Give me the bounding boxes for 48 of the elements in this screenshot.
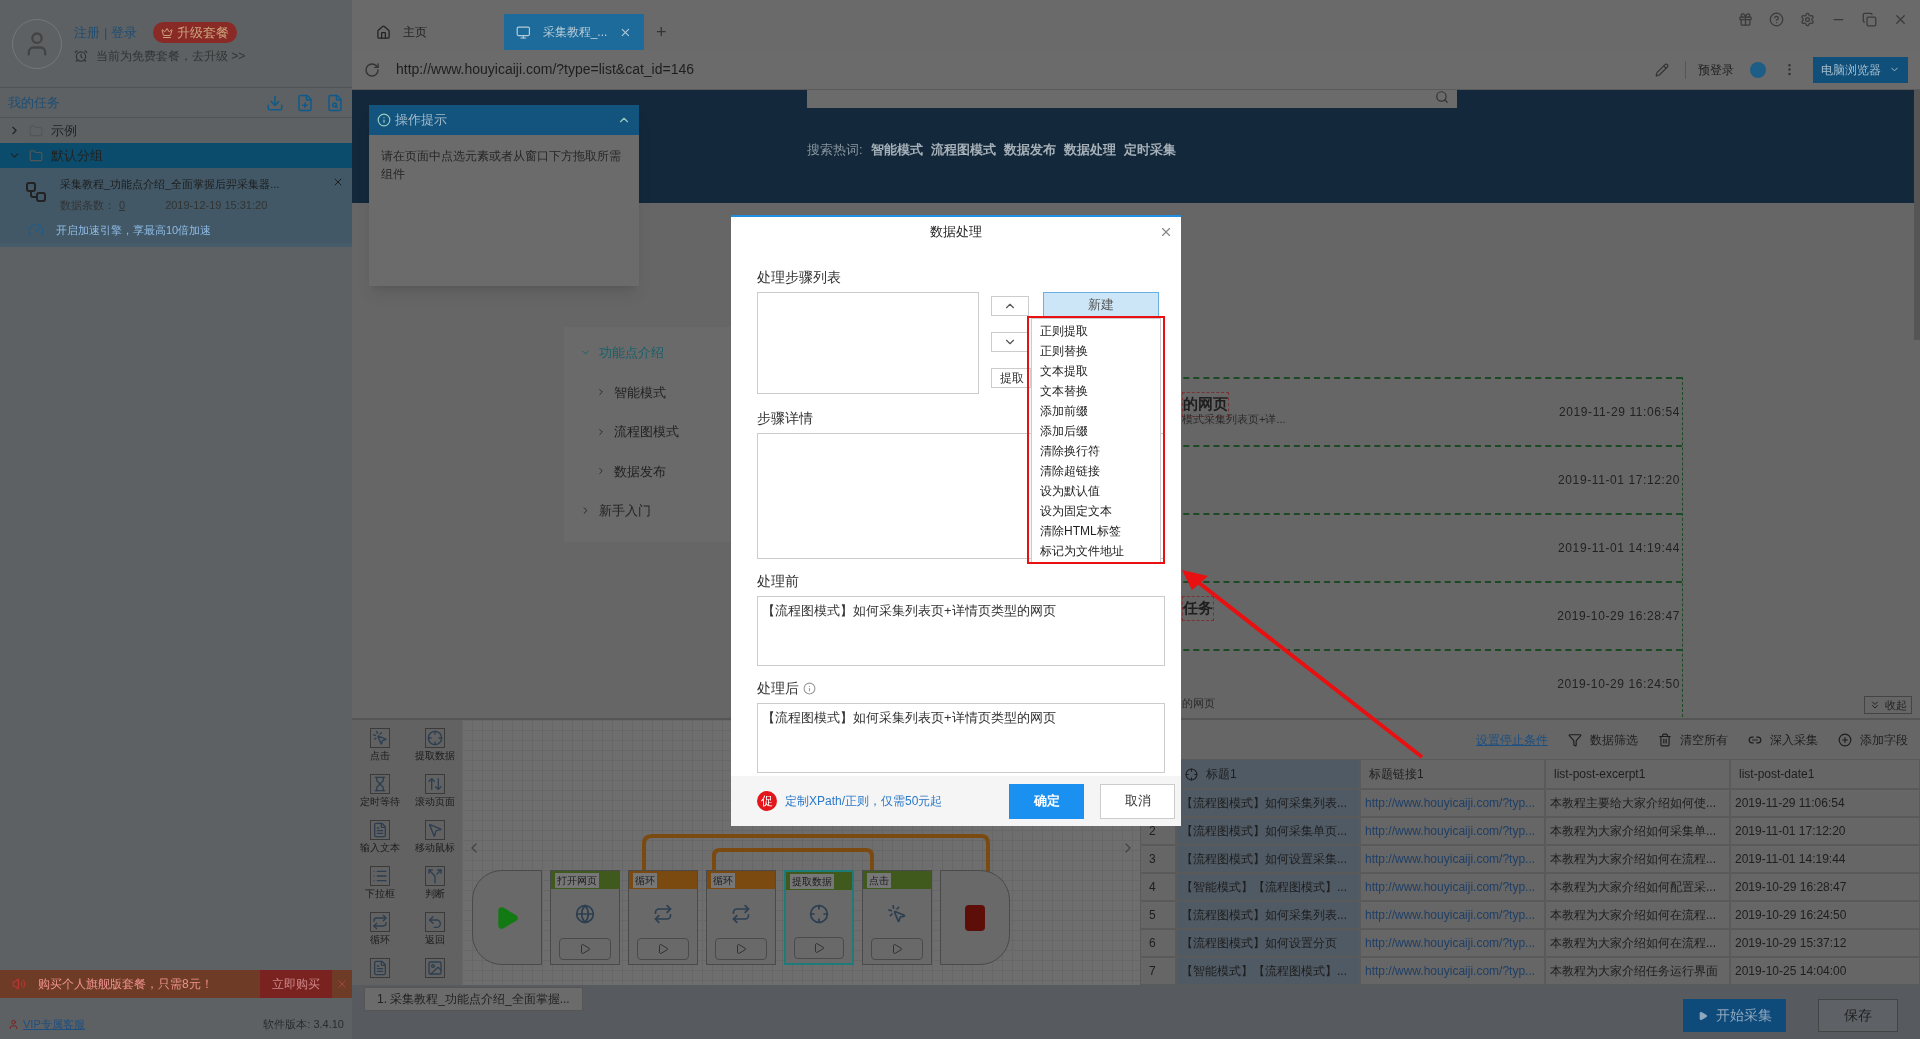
table-cell: 2019-11-01 17:12:20 bbox=[1730, 817, 1920, 845]
table-cell: 【流程图模式】如何采集列表... bbox=[1176, 901, 1360, 929]
table-cell: http://www.houyicaiji.com/?typ... bbox=[1360, 957, 1545, 985]
table-cell: 2019-10-29 15:37:12 bbox=[1730, 929, 1920, 957]
promo-text: 购买个人旗舰版套餐，只需8元！ bbox=[38, 976, 214, 993]
table-cell: 本教程为大家介绍如何配置采... bbox=[1545, 873, 1730, 901]
table-cell: 本教程为大家介绍如何在流程... bbox=[1545, 901, 1730, 929]
table-cell: 本教程为大家介绍任务运行界面 bbox=[1545, 957, 1730, 985]
table-cell: 【智能模式】【流程图模式】... bbox=[1176, 957, 1360, 985]
table-cell: http://www.houyicaiji.com/?typ... bbox=[1360, 929, 1545, 957]
tips-text: 请在页面中点选元素或者从窗口下方拖取所需组件 bbox=[380, 148, 622, 183]
hot-label: 搜索热词: bbox=[807, 141, 863, 159]
before-label: 处理前 bbox=[757, 572, 799, 591]
article-date: 2019-11-29 11:06:54 bbox=[1558, 404, 1680, 421]
article-date: 2019-10-29 16:28:47 bbox=[1557, 608, 1680, 625]
table-cell: http://www.houyicaiji.com/?typ... bbox=[1360, 873, 1545, 901]
row-index: 7 bbox=[1140, 957, 1176, 985]
table-cell: http://www.houyicaiji.com/?typ... bbox=[1360, 789, 1545, 817]
article-date: 2019-10-29 16:24:50 bbox=[1557, 676, 1680, 693]
table-cell: 本教程为大家介绍如何采集单... bbox=[1545, 817, 1730, 845]
steps-label: 处理步骤列表 bbox=[757, 268, 841, 287]
tips-title: 操作提示 bbox=[395, 111, 448, 130]
table-cell: 2019-10-25 14:04:00 bbox=[1730, 957, 1920, 985]
promo-icon: 促 bbox=[757, 791, 777, 811]
table-cell: 【流程图模式】如何采集单页... bbox=[1176, 817, 1360, 845]
table-cell: 本教程主要给大家介绍如何使... bbox=[1545, 789, 1730, 817]
tasks-title: 我的任务 bbox=[8, 93, 60, 112]
after-label: 处理后 bbox=[757, 679, 799, 698]
dialog-title: 数据处理 bbox=[930, 223, 982, 242]
details-label: 步骤详情 bbox=[757, 409, 813, 428]
table-cell: 本教程为大家介绍如何在流程... bbox=[1545, 929, 1730, 957]
article-date: 2019-11-01 17:12:20 bbox=[1558, 472, 1680, 489]
link-separator: | bbox=[104, 23, 108, 42]
row-index: 6 bbox=[1140, 929, 1176, 957]
row-index: 3 bbox=[1140, 845, 1176, 873]
table-cell: 【智能模式】【流程图模式】... bbox=[1176, 873, 1360, 901]
table-cell: 本教程为大家介绍如何在流程... bbox=[1545, 845, 1730, 873]
table-cell: 2019-11-01 14:19:44 bbox=[1730, 845, 1920, 873]
table-cell: http://www.houyicaiji.com/?typ... bbox=[1360, 901, 1545, 929]
row-index: 5 bbox=[1140, 901, 1176, 929]
table-cell: 2019-10-29 16:24:50 bbox=[1730, 901, 1920, 929]
table-cell: 2019-10-29 16:28:47 bbox=[1730, 873, 1920, 901]
task-name: 采集教程_功能点介绍_全面掌握后羿采集器... bbox=[60, 177, 280, 192]
row-index: 4 bbox=[1140, 873, 1176, 901]
table-cell: http://www.houyicaiji.com/?typ... bbox=[1360, 845, 1545, 873]
article-date: 2019-11-01 14:19:44 bbox=[1558, 540, 1680, 557]
table-cell: http://www.houyicaiji.com/?typ... bbox=[1360, 817, 1545, 845]
table-cell: 2019-11-29 11:06:54 bbox=[1730, 789, 1920, 817]
